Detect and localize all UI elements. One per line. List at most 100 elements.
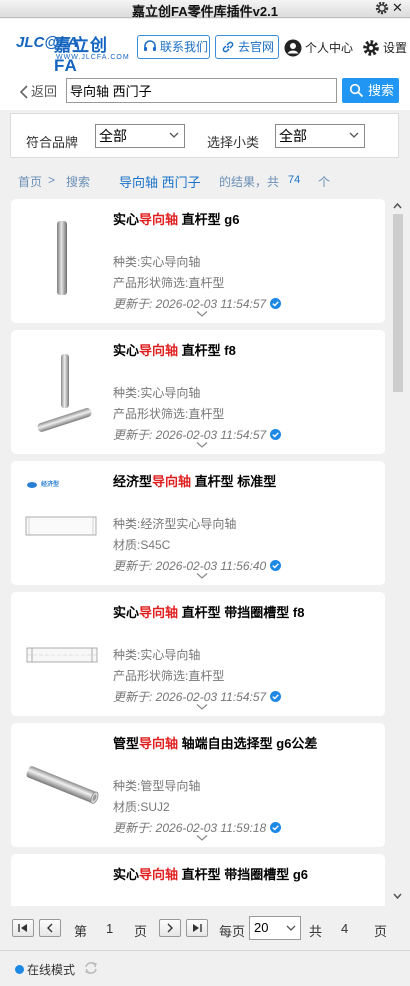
product-title[interactable]: 实心导向轴 直杆型 g6 [113, 209, 239, 228]
scroll-down-arrow-icon[interactable] [389, 888, 406, 904]
last-page-icon [193, 924, 202, 932]
gear-icon[interactable] [374, 0, 390, 16]
official-site-button[interactable]: 去官网 [215, 35, 279, 59]
first-page-icon [18, 924, 27, 932]
product-attr-1: 种类:实心导向轴 [113, 386, 201, 400]
product-attr-2: 产品形状筛选:直杆型 [113, 407, 225, 421]
product-thumbnail[interactable] [23, 866, 101, 906]
chevron-left-icon [47, 923, 53, 933]
first-page-button[interactable] [12, 919, 34, 937]
product-title-keyword: 导向轴 [139, 867, 179, 882]
contact-us-button[interactable]: 联系我们 [137, 35, 210, 59]
result-card[interactable]: 实心导向轴 直杆型 带挡圈槽型 g6 [11, 854, 385, 906]
prev-page-button[interactable] [39, 919, 61, 937]
total-pages: 4 [341, 921, 349, 936]
product-title-keyword: 导向轴 [139, 605, 179, 620]
product-title[interactable]: 管型导向轴 轴端自由选择型 g6公差 [113, 733, 317, 752]
current-page[interactable]: 1 [106, 921, 113, 936]
close-icon[interactable]: ✕ [392, 0, 406, 16]
product-attr-1: 种类:经济型实心导向轴 [113, 517, 237, 531]
verified-check-icon [270, 560, 282, 571]
search-input[interactable] [66, 78, 337, 103]
online-mode-label: 在线模式 [27, 963, 76, 977]
product-attr-2: 产品形状筛选:直杆型 [113, 669, 225, 683]
product-title-keyword: 导向轴 [139, 212, 179, 227]
search-button-label: 搜索 [368, 83, 395, 98]
next-page-button[interactable] [159, 919, 181, 937]
brand-select[interactable]: 全部 [95, 124, 185, 148]
settings-link[interactable]: 设置 [362, 39, 407, 57]
product-attr-2: 材质:SUJ2 [113, 800, 170, 814]
product-updated-text: 更新于: 2026-02-03 11:54:57 [113, 690, 267, 704]
app-header: JLC@FA 嘉立创FA WWW.JLCFA.COM 联系我们 去官网 个人中心 [0, 19, 410, 77]
verified-check-icon [270, 691, 282, 702]
result-card[interactable]: 经济型 经济型导向轴 直杆型 标准型 种类:经济型实心导向轴 材质:S45C 更新于: … [11, 461, 385, 585]
chevron-down-icon [169, 132, 179, 138]
expand-chevron-icon[interactable] [196, 834, 208, 842]
subcategory-select[interactable]: 全部 [275, 124, 365, 148]
verified-check-icon [270, 298, 282, 309]
expand-chevron-icon[interactable] [196, 703, 208, 711]
product-thumbnail[interactable] [23, 735, 101, 831]
expand-chevron-icon[interactable] [196, 572, 208, 580]
chevron-left-icon [19, 85, 28, 99]
product-thumbnail[interactable] [23, 211, 101, 307]
scrollbar-thumb[interactable] [393, 214, 403, 392]
page-unit: 页 [134, 924, 148, 939]
results-scrollbar[interactable] [389, 196, 406, 906]
product-title-prefix: 管型 [113, 736, 140, 751]
breadcrumb-search[interactable]: 搜索 [66, 173, 90, 190]
product-attr-2: 产品形状筛选:直杆型 [113, 276, 225, 290]
search-icon [349, 83, 364, 98]
product-title[interactable]: 实心导向轴 直杆型 f8 [113, 340, 236, 359]
product-title[interactable]: 实心导向轴 直杆型 带挡圈槽型 f8 [113, 602, 304, 621]
breadcrumb-result-text: 的结果，共 [219, 175, 280, 189]
expand-chevron-icon[interactable] [196, 441, 208, 449]
per-page-select[interactable]: 20 [249, 916, 301, 940]
link-icon [222, 41, 234, 53]
product-title-prefix: 实心 [113, 867, 140, 882]
result-card[interactable]: 实心导向轴 直杆型 g6 种类:实心导向轴 产品形状筛选:直杆型 更新于: 2026-… [11, 199, 385, 323]
thumbnail-brand-logo: 经济型 [41, 482, 60, 488]
search-bar: 返回 搜索 [0, 77, 410, 110]
pagination-bar: 第 1 页 每页 20 共 4 页 [0, 910, 410, 948]
product-thumbnail[interactable] [23, 604, 101, 700]
verified-check-icon [270, 822, 282, 833]
back-button[interactable]: 返回 [19, 83, 57, 101]
user-center-link[interactable]: 个人中心 [284, 39, 353, 57]
product-title-keyword: 导向轴 [139, 736, 179, 751]
product-updated-text: 更新于: 2026-02-03 11:56:40 [113, 559, 267, 573]
result-count-unit: 个 [318, 175, 331, 189]
result-card[interactable]: 实心导向轴 直杆型 带挡圈槽型 f8 种类:实心导向轴 产品形状筛选:直杆型 更新于:… [11, 592, 385, 716]
page-prefix: 第 [74, 924, 88, 939]
chevron-down-icon [349, 132, 359, 138]
product-updated-text: 更新于: 2026-02-03 11:59:18 [113, 821, 267, 835]
window-titlebar: 嘉立创FA零件库插件v2.1 ✕ [0, 0, 410, 19]
refresh-icon[interactable] [83, 960, 99, 976]
scroll-up-arrow-icon[interactable] [389, 198, 406, 214]
product-thumbnail[interactable]: 经济型 [23, 473, 101, 569]
last-page-button[interactable] [186, 919, 208, 937]
per-page-label: 每页 [219, 924, 246, 939]
per-page-value: 20 [254, 920, 269, 935]
official-site-label: 去官网 [238, 40, 275, 54]
product-title[interactable]: 实心导向轴 直杆型 带挡圈槽型 g6 [113, 864, 308, 883]
result-card[interactable]: 实心导向轴 直杆型 f8 种类:实心导向轴 产品形状筛选:直杆型 更新于: 2026-… [11, 330, 385, 454]
breadcrumb-keyword: 导向轴 西门子 [119, 175, 201, 190]
product-title-prefix: 实心 [113, 212, 140, 227]
result-card[interactable]: 管型导向轴 轴端自由选择型 g6公差 种类:管型导向轴 材质:SUJ2 更新于: 20… [11, 723, 385, 847]
product-title[interactable]: 经济型导向轴 直杆型 标准型 [113, 471, 276, 490]
back-label: 返回 [31, 84, 58, 99]
filter-panel: 符合品牌 全部 选择小类 全部 [10, 113, 399, 158]
headset-icon [144, 40, 156, 51]
subcategory-filter-label: 选择小类 [207, 135, 260, 150]
online-status-dot-icon [15, 965, 24, 974]
product-thumbnail[interactable] [23, 342, 101, 438]
product-title-prefix: 经济型 [113, 474, 153, 489]
results-list: 实心导向轴 直杆型 g6 种类:实心导向轴 产品形状筛选:直杆型 更新于: 2026-… [0, 196, 410, 906]
breadcrumb-home[interactable]: 首页 [18, 173, 42, 190]
breadcrumb-separator: > [48, 173, 56, 187]
expand-chevron-icon[interactable] [196, 310, 208, 318]
search-button[interactable]: 搜索 [342, 78, 399, 103]
product-title-suffix: 直杆型 带挡圈槽型 f8 [178, 605, 305, 620]
